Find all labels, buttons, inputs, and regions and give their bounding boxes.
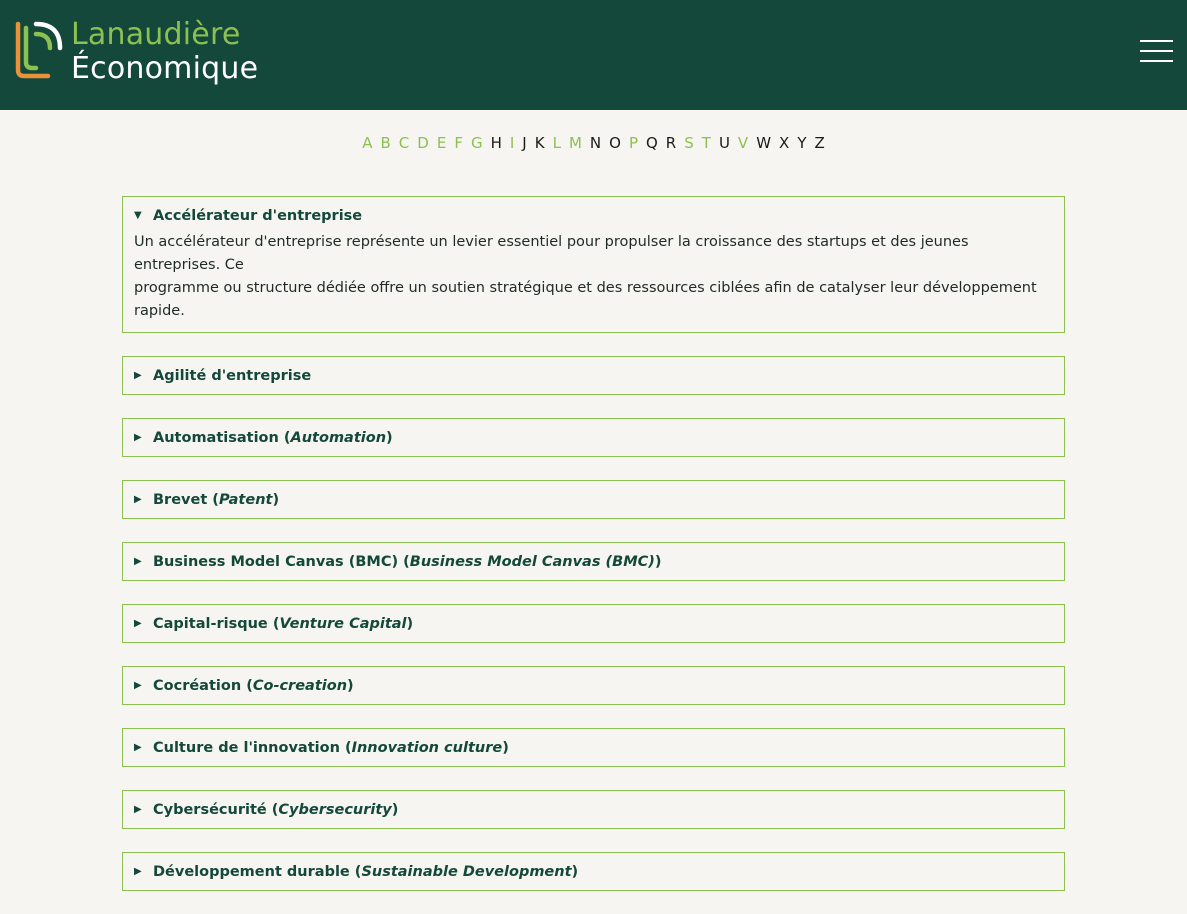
alphabet-letter-d[interactable]: D: [417, 134, 429, 152]
glossary-item: ▶ Développement durable (Sustainable Deve…: [122, 852, 1065, 891]
triangle-right-icon: ▶: [134, 618, 142, 629]
alphabet-letter-x[interactable]: X: [779, 134, 789, 152]
closing-paren: ): [386, 429, 393, 446]
glossary-term-english: Co-creation: [252, 677, 348, 694]
alphabet-letter-l[interactable]: L: [553, 134, 561, 152]
glossary-item: ▶ Cybersécurité (Cybersecurity): [122, 790, 1065, 829]
alphabet-letter-i[interactable]: I: [510, 134, 514, 152]
glossary-item-toggle[interactable]: ▶ Cybersécurité (Cybersecurity): [123, 791, 1064, 828]
glossary-item-toggle[interactable]: ▶ Culture de l'innovation (Innovation cul…: [123, 729, 1064, 766]
triangle-right-icon: ▶: [134, 494, 142, 505]
glossary-description: Un accélérateur d'entreprise représente …: [123, 231, 1064, 332]
closing-paren: ): [502, 739, 509, 756]
alphabet-letter-y[interactable]: Y: [797, 134, 806, 152]
glossary-term-english: Automation: [290, 429, 387, 446]
glossary-item: ▶ Capital-risque (Venture Capital): [122, 604, 1065, 643]
glossary-item-toggle[interactable]: ▶ Cocréation (Co-creation): [123, 667, 1064, 704]
glossary-item: ▶ Culture de l'innovation (Innovation cul…: [122, 728, 1065, 767]
triangle-right-icon: ▶: [134, 680, 142, 691]
glossary-term: Brevet (: [153, 491, 219, 508]
closing-paren: ): [391, 801, 399, 818]
triangle-right-icon: ▶: [134, 556, 142, 567]
closing-paren: ): [406, 615, 414, 632]
glossary-term: Culture de l'innovation (: [153, 739, 352, 756]
glossary-item: ▼ Accélérateur d'entreprise Un accélérateu…: [122, 196, 1065, 333]
glossary-item-toggle[interactable]: ▶ Automatisation (Automation): [123, 419, 1064, 456]
glossary-item: ▶ Cocréation (Co-creation): [122, 666, 1065, 705]
glossary-term: Cocréation (: [153, 677, 253, 694]
triangle-right-icon: ▶: [134, 742, 142, 753]
glossary-term: Accélérateur d'entreprise: [153, 207, 363, 224]
glossary-term-english: Venture Capital: [279, 615, 407, 632]
alphabet-letter-b[interactable]: B: [380, 134, 390, 152]
glossary-term: Business Model Canvas (BMC) (: [153, 553, 410, 570]
hamburger-menu-icon[interactable]: [1140, 40, 1173, 64]
closing-paren: ): [571, 863, 579, 880]
glossary-item: ▶ Business Model Canvas (BMC) (Business M…: [122, 542, 1065, 581]
alphabet-letter-u[interactable]: U: [719, 134, 730, 152]
site-header: Lanaudière Économique: [0, 0, 1187, 110]
triangle-right-icon: ▶: [134, 866, 142, 877]
glossary-item-toggle[interactable]: ▶ Développement durable (Sustainable Deve…: [123, 853, 1064, 890]
alphabet-letter-g[interactable]: G: [471, 134, 483, 152]
triangle-right-icon: ▶: [134, 370, 142, 381]
closing-paren: ): [654, 553, 662, 570]
alphabet-letter-t[interactable]: T: [702, 134, 711, 152]
alphabet-letter-a[interactable]: A: [362, 134, 372, 152]
glossary-term: Agilité d'entreprise: [153, 367, 312, 384]
alphabet-letter-p[interactable]: P: [629, 134, 638, 152]
glossary-term: Cybersécurité (: [153, 801, 279, 818]
glossary-item: ▶ Agilité d'entreprise: [122, 356, 1065, 395]
triangle-right-icon: ▶: [134, 432, 142, 443]
alphabet-letter-c[interactable]: C: [399, 134, 409, 152]
logo[interactable]: Lanaudière Économique: [12, 18, 258, 86]
glossary-term: Capital-risque (: [153, 615, 280, 632]
alphabet-letter-j[interactable]: J: [522, 134, 526, 152]
description-line: Un accélérateur d'entreprise représente …: [134, 234, 969, 273]
glossary-item: ▶ Automatisation (Automation): [122, 418, 1065, 457]
glossary-term-english: Sustainable Development: [361, 863, 572, 880]
glossary-term: Automatisation (: [153, 429, 291, 446]
closing-paren: ): [272, 491, 280, 508]
alphabet-letter-v[interactable]: V: [738, 134, 748, 152]
logo-text: Lanaudière Économique: [71, 18, 258, 86]
alphabet-letter-w[interactable]: W: [756, 134, 771, 152]
alphabet-letter-z[interactable]: Z: [814, 134, 824, 152]
alphabet-index: ABCDEFGHIJKLMNOPQRSTUVWXYZ: [0, 134, 1187, 152]
alphabet-letter-e[interactable]: E: [437, 134, 446, 152]
glossary-item-toggle[interactable]: ▶ Business Model Canvas (BMC) (Business M…: [123, 543, 1064, 580]
alphabet-letter-o[interactable]: O: [609, 134, 621, 152]
glossary-term-english: Patent: [218, 491, 273, 508]
description-line: programme ou structure dédiée offre un s…: [134, 280, 1037, 319]
glossary-term-english: Innovation culture: [351, 739, 503, 756]
alphabet-letter-m[interactable]: M: [569, 134, 582, 152]
glossary-item-toggle[interactable]: ▶ Brevet (Patent): [123, 481, 1064, 518]
glossary-item-toggle[interactable]: ▶ Agilité d'entreprise: [123, 357, 1064, 394]
alphabet-letter-k[interactable]: K: [535, 134, 545, 152]
glossary-term: Développement durable (: [153, 863, 362, 880]
alphabet-letter-r[interactable]: R: [666, 134, 676, 152]
triangle-down-icon: ▼: [134, 210, 142, 221]
glossary-term-english: Cybersecurity: [278, 801, 392, 818]
alphabet-letter-h[interactable]: H: [491, 134, 502, 152]
closing-paren: ): [347, 677, 354, 694]
alphabet-letter-s[interactable]: S: [684, 134, 694, 152]
glossary-item: ▶ Brevet (Patent): [122, 480, 1065, 519]
alphabet-letter-f[interactable]: F: [454, 134, 463, 152]
alphabet-letter-q[interactable]: Q: [646, 134, 658, 152]
alphabet-letter-n[interactable]: N: [590, 134, 601, 152]
glossary-list: ▼ Accélérateur d'entreprise Un accélérateu…: [122, 196, 1065, 914]
triangle-right-icon: ▶: [134, 804, 142, 815]
glossary-item-toggle[interactable]: ▶ Capital-risque (Venture Capital): [123, 605, 1064, 642]
glossary-term-english: Business Model Canvas (BMC): [409, 553, 655, 570]
glossary-item-toggle[interactable]: ▼ Accélérateur d'entreprise: [123, 197, 1064, 234]
logo-line-2: Économique: [71, 51, 259, 86]
logo-line-1: Lanaudière: [71, 17, 241, 52]
logo-mark-icon: [15, 21, 63, 79]
